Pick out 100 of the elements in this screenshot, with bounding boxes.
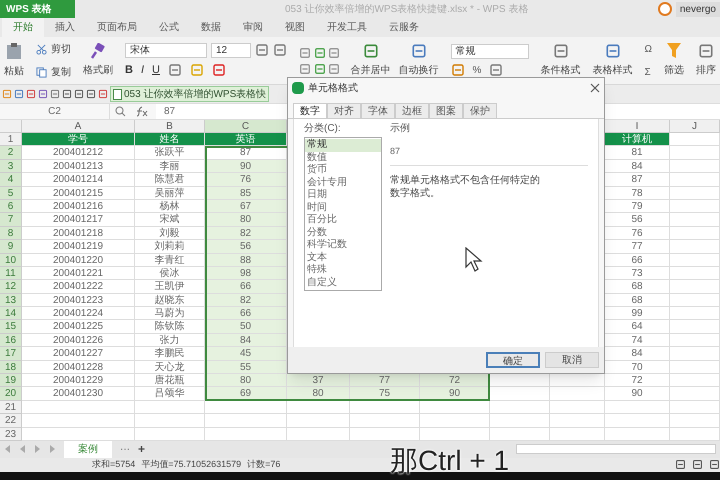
table-cell: 200401221 <box>22 266 135 280</box>
category-item[interactable]: 数值 <box>305 152 381 164</box>
row-header[interactable]: 5 <box>0 186 22 200</box>
status-text: 平均值=75.71052631579 <box>141 458 242 472</box>
symbol-button[interactable]: Ω <box>644 42 652 56</box>
row-header[interactable]: 11 <box>0 266 22 280</box>
ribbon-tab[interactable]: 插入 <box>44 18 86 37</box>
ribbon-tab[interactable]: 数据 <box>190 18 232 37</box>
column-header[interactable]: C <box>205 120 287 132</box>
row-header[interactable]: 12 <box>0 280 22 294</box>
category-item[interactable]: 日期 <box>305 189 381 202</box>
app-menu-button[interactable]: WPS 表格 <box>0 0 75 18</box>
add-sheet-button[interactable]: + <box>138 440 146 458</box>
category-item[interactable]: 科学记数 <box>305 239 381 252</box>
row-header[interactable]: 17 <box>0 347 22 361</box>
underline-button[interactable]: U <box>152 62 160 78</box>
window-title: 053 让你效率倍增的WPS表格快捷键.xlsx * - WPS 表格 <box>285 2 528 16</box>
row-header[interactable]: 3 <box>0 160 22 174</box>
table-cell: 200401219 <box>22 240 135 254</box>
row-header[interactable]: 20 <box>0 387 22 401</box>
row-header[interactable]: 14 <box>0 307 22 320</box>
category-item[interactable]: 会计专用 <box>305 176 381 189</box>
function-icon[interactable] <box>134 106 148 117</box>
conditional-format-button[interactable]: 条件格式 <box>540 43 581 78</box>
category-item[interactable]: 特殊 <box>305 264 381 276</box>
row-header[interactable]: 8 <box>0 226 22 240</box>
more-sheets-button[interactable]: ··· <box>120 442 130 457</box>
row-header[interactable]: 19 <box>0 374 22 388</box>
cancel-button[interactable]: 取消 <box>545 352 599 368</box>
row-header[interactable]: 1 <box>0 133 22 146</box>
category-item[interactable]: 货币 <box>305 164 381 176</box>
brush-icon <box>90 43 106 59</box>
table-cell: 200401212 <box>22 146 135 160</box>
cut-button[interactable]: 剪切 <box>36 42 71 56</box>
category-item[interactable]: 百分比 <box>305 214 381 226</box>
row-header[interactable]: 2 <box>0 146 22 160</box>
document-tab[interactable]: 053 让你效率倍增的WPS表格快 <box>110 86 270 102</box>
dialog-tab[interactable]: 数字 <box>293 103 327 118</box>
table-cell: 68 <box>605 280 670 294</box>
sort-button[interactable]: 排序 <box>696 43 716 78</box>
dialog-tab[interactable]: 对齐 <box>327 103 361 118</box>
ok-button[interactable]: 确定 <box>486 352 540 368</box>
zoom-icon[interactable] <box>115 106 126 117</box>
sheet-tab[interactable]: 案例 <box>64 440 112 458</box>
category-item[interactable]: 常规 <box>305 139 381 152</box>
font-size-dropdown[interactable]: 12 <box>211 42 251 58</box>
filter-button[interactable]: 筛选 <box>664 43 684 78</box>
user-name[interactable]: nevergo <box>676 2 720 16</box>
sum-button[interactable]: Σ <box>644 64 652 80</box>
row-header[interactable]: 6 <box>0 200 22 214</box>
ribbon-tab[interactable]: 云服务 <box>378 18 430 37</box>
table-cell: 56 <box>205 240 287 254</box>
row-header[interactable]: 16 <box>0 334 22 348</box>
table-cell: 陈钦陈 <box>135 320 205 334</box>
category-item[interactable]: 自定义 <box>305 276 381 289</box>
dialog-tab[interactable]: 字体 <box>361 103 395 118</box>
dialog-tab[interactable]: 边框 <box>395 103 429 118</box>
format-painter-button[interactable]: 格式刷 <box>83 43 113 78</box>
ribbon-tab[interactable]: 审阅 <box>232 18 274 37</box>
category-item[interactable]: 文本 <box>305 252 381 264</box>
number-format-dropdown[interactable]: 常规 <box>450 44 529 58</box>
table-cell: 84 <box>605 160 670 174</box>
row-header[interactable]: 13 <box>0 294 22 308</box>
dialog-tab[interactable]: 保护 <box>463 103 497 118</box>
italic-button[interactable]: I <box>140 62 144 78</box>
table-style-button[interactable]: 表格样式 <box>592 43 633 78</box>
ribbon-tab[interactable]: 公式 <box>148 18 190 37</box>
column-header[interactable]: J <box>670 120 720 132</box>
ribbon-tab[interactable]: 视图 <box>274 18 316 37</box>
row-header[interactable]: 7 <box>0 213 22 227</box>
row-header[interactable]: 21 <box>0 400 22 414</box>
copy-button[interactable]: 复制 <box>36 64 71 80</box>
horizontal-scrollbar[interactable] <box>516 444 716 454</box>
ribbon-tab[interactable]: 开发工具 <box>316 18 378 37</box>
percent-button[interactable]: % <box>472 62 482 78</box>
close-icon[interactable] <box>590 83 600 93</box>
ribbon-tab[interactable]: 页面布局 <box>86 18 148 37</box>
dialog-tab[interactable]: 图案 <box>429 103 463 118</box>
column-header[interactable]: A <box>22 120 135 132</box>
row-header[interactable]: 4 <box>0 173 22 187</box>
row-header[interactable]: 9 <box>0 240 22 254</box>
table-cell: 吴丽萍 <box>135 186 205 200</box>
ribbon-tab[interactable]: 开始 <box>2 18 44 37</box>
merge-center-button[interactable]: 合并居中 <box>350 43 391 78</box>
table-cell: 82 <box>205 226 287 240</box>
row-header[interactable]: 18 <box>0 360 22 374</box>
user-avatar[interactable] <box>658 2 672 16</box>
row-header[interactable]: 15 <box>0 320 22 334</box>
category-item[interactable]: 分数 <box>305 226 381 239</box>
row-header[interactable]: 10 <box>0 254 22 267</box>
paste-button[interactable]: 粘贴 <box>4 42 24 79</box>
document-icon <box>113 88 122 100</box>
category-item[interactable]: 时间 <box>305 202 381 214</box>
name-box[interactable]: C2 <box>0 104 110 119</box>
bold-button[interactable]: B <box>125 62 133 78</box>
wrap-text-button[interactable]: 自动换行 <box>398 43 439 78</box>
font-name-dropdown[interactable]: 宋体 <box>125 42 207 58</box>
row-header[interactable]: 22 <box>0 414 22 428</box>
table-cell: 67 <box>205 200 287 214</box>
row-header[interactable]: 23 <box>0 428 22 441</box>
